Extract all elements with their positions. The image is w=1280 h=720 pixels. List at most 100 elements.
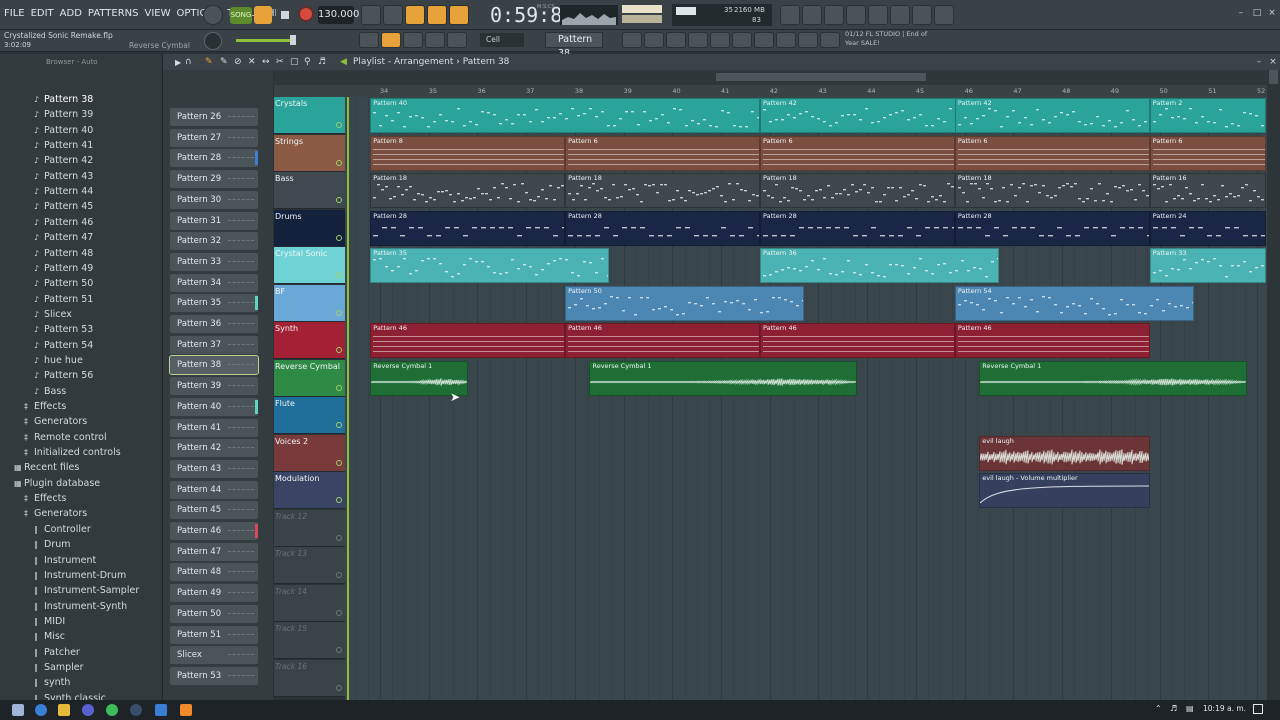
track-header[interactable]: Bass (274, 172, 345, 209)
playlist-clip[interactable]: Pattern 24 (1149, 210, 1266, 246)
touch-keyboard-icon[interactable] (798, 32, 818, 48)
playlist-clip[interactable]: Pattern 40 (370, 98, 760, 133)
browser-item[interactable]: ∥ Instrument-Synth (34, 601, 127, 616)
browser-item[interactable]: ∥ Instrument-Drum (34, 570, 126, 585)
track-mute-led-icon[interactable] (336, 647, 342, 653)
restore-icon[interactable]: □ (1252, 8, 1262, 18)
browser-item[interactable]: ∥ Instrument-Sampler (34, 585, 139, 600)
browser-item[interactable]: ∥ Controller (34, 524, 91, 539)
browser-item[interactable]: ∥ MIDI (34, 616, 65, 631)
slip-tool-icon[interactable]: ↔ (262, 57, 270, 67)
track-header[interactable]: Crystals (274, 97, 345, 134)
playlist-menu-arrow-icon[interactable]: ▶ (175, 58, 181, 67)
browser-item[interactable]: ‡ Generators (24, 416, 87, 431)
vertical-scrollbar[interactable] (1267, 70, 1280, 700)
picker-item[interactable]: Pattern 33 (170, 252, 258, 271)
picker-item[interactable]: Pattern 35 (170, 294, 258, 313)
browser-item[interactable]: ‡ Generators (24, 508, 87, 523)
fl-studio-icon[interactable] (180, 704, 192, 716)
playlist-clip[interactable]: Pattern 6 (954, 135, 1150, 171)
browser-item[interactable]: ▦ Recent files (14, 462, 79, 477)
track-header[interactable]: Reverse Cymbal (274, 359, 345, 397)
picker-item[interactable]: Pattern 28 (170, 149, 258, 168)
browser-item[interactable]: ∥ synth (34, 677, 70, 692)
browser-icon[interactable] (732, 32, 752, 48)
picker-item[interactable]: Pattern 31 (170, 211, 258, 230)
browser-item[interactable]: ‡ Effects (24, 401, 66, 416)
browser-item[interactable]: ∥ Drum (34, 539, 71, 554)
playlist-clip[interactable]: Reverse Cymbal 1 (979, 360, 1248, 396)
select-tool-icon[interactable]: ▢ (290, 57, 299, 67)
track-mute-led-icon[interactable] (336, 384, 342, 391)
song-mode-button[interactable]: SONG (230, 7, 252, 24)
playlist-clip[interactable]: Pattern 8 (370, 135, 566, 171)
arrow-right-icon[interactable] (381, 32, 401, 48)
wait-input-icon[interactable] (383, 5, 403, 25)
picker-item[interactable]: Pattern 49 (170, 584, 258, 603)
track-mute-led-icon[interactable] (336, 459, 342, 466)
track-header[interactable]: Crystal Sonic (274, 247, 345, 284)
track-mute-led-icon[interactable] (336, 684, 342, 691)
volume-icon[interactable]: ♬ (1170, 704, 1177, 713)
magnet-icon[interactable]: ∩ (185, 57, 192, 67)
browser-item[interactable]: ♪ Pattern 53 (34, 324, 93, 339)
playlist-clip[interactable]: Pattern 33 (1149, 248, 1266, 283)
picker-item[interactable]: Pattern 53 (170, 666, 258, 685)
playlist-clip[interactable]: Pattern 50 (565, 285, 804, 321)
browser-item[interactable]: ♪ Slicex (34, 309, 72, 324)
browser-item[interactable]: ‡ Initialized controls (24, 447, 121, 462)
track-mute-led-icon[interactable] (336, 572, 342, 578)
playlist-clip[interactable]: evil laugh - Volume multiplier (979, 473, 1150, 508)
menu-item-edit[interactable]: EDIT (31, 8, 54, 19)
panic-icon[interactable] (802, 5, 822, 25)
playlist-clip[interactable]: Pattern 42 (954, 98, 1150, 133)
playlist-clip[interactable]: Pattern 6 (565, 135, 760, 171)
playlist-clip[interactable]: Pattern 46 (370, 323, 566, 358)
help-icon[interactable] (846, 5, 866, 25)
draw-tool-icon[interactable]: ✎ (205, 57, 213, 67)
browser-item[interactable]: ♪ Pattern 45 (34, 201, 93, 216)
picker-item[interactable]: Pattern 34 (170, 273, 258, 292)
browser-item[interactable]: ∥ Instrument (34, 555, 96, 570)
track-header[interactable]: Track 16 (274, 659, 345, 697)
picker-item[interactable]: Pattern 37 (170, 335, 258, 354)
track-mute-led-icon[interactable] (336, 534, 342, 541)
track-header[interactable]: Synth (274, 322, 345, 359)
playlist-clip[interactable]: Pattern 18 (954, 173, 1150, 208)
browser-item[interactable]: ♪ hue hue (34, 355, 83, 370)
playlist-clip[interactable]: Pattern 28 (954, 210, 1150, 246)
browser-item[interactable]: ♪ Pattern 47 (34, 232, 93, 247)
power-icon[interactable] (780, 5, 800, 25)
browser-item[interactable]: ♪ Pattern 48 (34, 248, 93, 263)
picker-item[interactable]: Pattern 27 (170, 128, 258, 147)
playlist-icon[interactable] (622, 32, 642, 48)
playlist-clip[interactable]: Pattern 46 (760, 323, 955, 358)
browser-item[interactable]: ♪ Pattern 49 (34, 263, 93, 278)
picker-item[interactable]: Pattern 47 (170, 542, 258, 561)
browser-item[interactable]: ♪ Pattern 44 (34, 186, 93, 201)
shop-icon[interactable] (820, 32, 840, 48)
playlist-clip[interactable]: Pattern 28 (370, 210, 566, 246)
play-button[interactable] (254, 6, 272, 24)
browser-item[interactable]: ∥ Misc (34, 631, 65, 646)
picker-item[interactable]: Pattern 26 (170, 108, 258, 126)
track-header[interactable]: Track 15 (274, 622, 345, 659)
playlist-close-icon[interactable]: × (1268, 57, 1278, 67)
pencil-icon[interactable] (403, 32, 423, 48)
browser-item[interactable]: ♪ Pattern 56 (34, 370, 93, 385)
track-mute-led-icon[interactable] (336, 197, 342, 203)
speaker-icon[interactable]: ♬ (318, 57, 326, 67)
delete-tool-icon[interactable]: ⊘ (234, 57, 242, 67)
browser-item[interactable]: ∥ Sampler (34, 662, 84, 677)
browser-item[interactable]: ♪ Pattern 50 (34, 278, 93, 293)
playlist-clip[interactable]: Pattern 35 (370, 248, 609, 283)
menu-item-patterns[interactable]: PATTERNS (88, 8, 139, 19)
track-mute-led-icon[interactable] (336, 309, 342, 316)
playlist-clip[interactable]: Pattern 46 (954, 323, 1150, 358)
picker-item[interactable]: Pattern 44 (170, 480, 258, 499)
countdown-icon[interactable] (405, 5, 425, 25)
picker-item[interactable]: Pattern 41 (170, 418, 258, 437)
browser-item[interactable]: ‡ Effects (24, 493, 66, 508)
news-panel[interactable]: 01/12 FL STUDIO | End of Year SALE! (845, 30, 927, 48)
discord-icon[interactable] (82, 704, 94, 716)
